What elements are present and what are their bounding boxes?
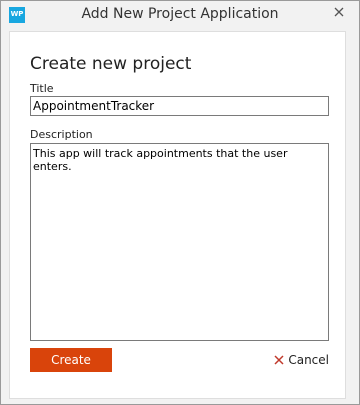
close-button[interactable] [325, 2, 353, 22]
cancel-label: Cancel [288, 353, 329, 367]
title-input[interactable] [30, 96, 329, 116]
dialog-window: WP Add New Project Application Create ne… [0, 0, 360, 405]
title-bar: WP Add New Project Application [1, 1, 359, 31]
page-title: Create new project [30, 54, 192, 74]
title-field-label: Title [30, 82, 54, 95]
create-button[interactable]: Create [30, 348, 112, 372]
cancel-button[interactable]: Cancel [274, 353, 329, 367]
close-icon [334, 7, 344, 17]
description-field-label: Description [30, 128, 93, 141]
window-title: Add New Project Application [81, 6, 279, 22]
dialog-content: Create new project Title Description Thi… [9, 31, 346, 399]
cancel-x-icon [274, 355, 284, 365]
description-textarea[interactable]: This app will track appointments that th… [30, 143, 329, 341]
